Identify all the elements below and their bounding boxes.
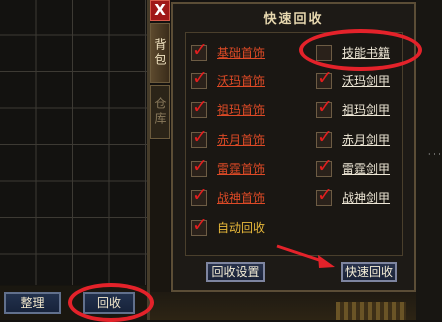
option-zhanshen-jewelry[interactable]: ✓ 战神首饰 bbox=[191, 185, 291, 209]
checkbox[interactable]: ✓ bbox=[191, 215, 208, 236]
checkbox[interactable]: ✓ bbox=[316, 185, 333, 206]
checkbox[interactable]: ✓ bbox=[316, 127, 333, 148]
option-zuma-sword-armor[interactable]: ✓ 祖玛剑甲 bbox=[316, 97, 416, 121]
option-zuma-jewelry[interactable]: ✓ 祖玛首饰 bbox=[191, 97, 291, 121]
inventory-panel bbox=[0, 0, 150, 320]
annotation-circle-skill-books bbox=[299, 29, 422, 71]
option-label: 祖玛首饰 bbox=[217, 103, 266, 117]
checkbox[interactable]: ✓ bbox=[316, 156, 333, 177]
checkbox[interactable]: ✓ bbox=[316, 68, 333, 89]
option-label: 沃玛首饰 bbox=[217, 74, 266, 88]
option-woma-sword-armor[interactable]: ✓ 沃玛剑甲 bbox=[316, 68, 416, 92]
tab-warehouse[interactable]: 仓库 bbox=[150, 85, 170, 139]
option-label: 战神剑甲 bbox=[342, 191, 391, 205]
recycle-settings-button[interactable]: 回收设置 bbox=[206, 262, 265, 282]
checkmark-icon: ✓ bbox=[192, 126, 208, 148]
checkbox[interactable]: ✓ bbox=[316, 97, 333, 118]
option-basic-jewelry[interactable]: ✓ 基础首饰 bbox=[191, 40, 291, 64]
option-label: 自动回收 bbox=[217, 221, 266, 235]
checkmark-icon: ✓ bbox=[192, 155, 208, 177]
checkbox[interactable]: ✓ bbox=[191, 68, 208, 89]
checkmark-icon: ✓ bbox=[192, 39, 208, 61]
checkmark-icon: ✓ bbox=[192, 67, 208, 89]
option-leiting-sword-armor[interactable]: ✓ 雷霆剑甲 bbox=[316, 156, 416, 180]
option-leiting-jewelry[interactable]: ✓ 雷霆首饰 bbox=[191, 156, 291, 180]
option-label: 祖玛剑甲 bbox=[342, 103, 391, 117]
option-label: 赤月剑甲 bbox=[342, 133, 391, 147]
checkmark-icon: ✓ bbox=[317, 126, 333, 148]
checkmark-icon: ✓ bbox=[317, 96, 333, 118]
arrange-button[interactable]: 整理 bbox=[4, 292, 61, 314]
checkbox[interactable]: ✓ bbox=[191, 40, 208, 61]
checkmark-icon: ✓ bbox=[317, 155, 333, 177]
option-chiyue-sword-armor[interactable]: ✓ 赤月剑甲 bbox=[316, 127, 416, 151]
checkbox[interactable]: ✓ bbox=[191, 156, 208, 177]
option-label: 基础首饰 bbox=[217, 46, 266, 60]
edge-dots: · · · bbox=[428, 150, 441, 159]
footer-ornament bbox=[336, 302, 406, 320]
tab-bag[interactable]: 背包 bbox=[150, 23, 170, 83]
checkmark-icon: ✓ bbox=[317, 184, 333, 206]
checkmark-icon: ✓ bbox=[192, 96, 208, 118]
checkbox[interactable]: ✓ bbox=[191, 97, 208, 118]
option-label: 战神首饰 bbox=[217, 191, 266, 205]
panel-title: 快速回收 bbox=[263, 12, 324, 27]
checkbox[interactable]: ✓ bbox=[191, 185, 208, 206]
checkbox[interactable]: ✓ bbox=[191, 127, 208, 148]
option-label: 沃玛剑甲 bbox=[342, 74, 391, 88]
option-label: 雷霆首饰 bbox=[217, 162, 266, 176]
option-woma-jewelry[interactable]: ✓ 沃玛首饰 bbox=[191, 68, 291, 92]
quick-recycle-button[interactable]: 快速回收 bbox=[341, 262, 397, 282]
inventory-grid[interactable] bbox=[0, 0, 147, 285]
checkmark-icon: ✓ bbox=[317, 67, 333, 89]
annotation-circle-recycle-button bbox=[68, 283, 154, 322]
option-chiyue-jewelry[interactable]: ✓ 赤月首饰 bbox=[191, 127, 291, 151]
checkmark-icon: ✓ bbox=[192, 214, 208, 236]
close-icon[interactable]: X bbox=[150, 0, 170, 21]
option-label: 雷霆剑甲 bbox=[342, 162, 391, 176]
option-auto-recycle[interactable]: ✓ 自动回收 bbox=[191, 215, 291, 239]
checkmark-icon: ✓ bbox=[192, 184, 208, 206]
option-zhanshen-sword-armor[interactable]: ✓ 战神剑甲 bbox=[316, 185, 416, 209]
option-label: 赤月首饰 bbox=[217, 133, 266, 147]
